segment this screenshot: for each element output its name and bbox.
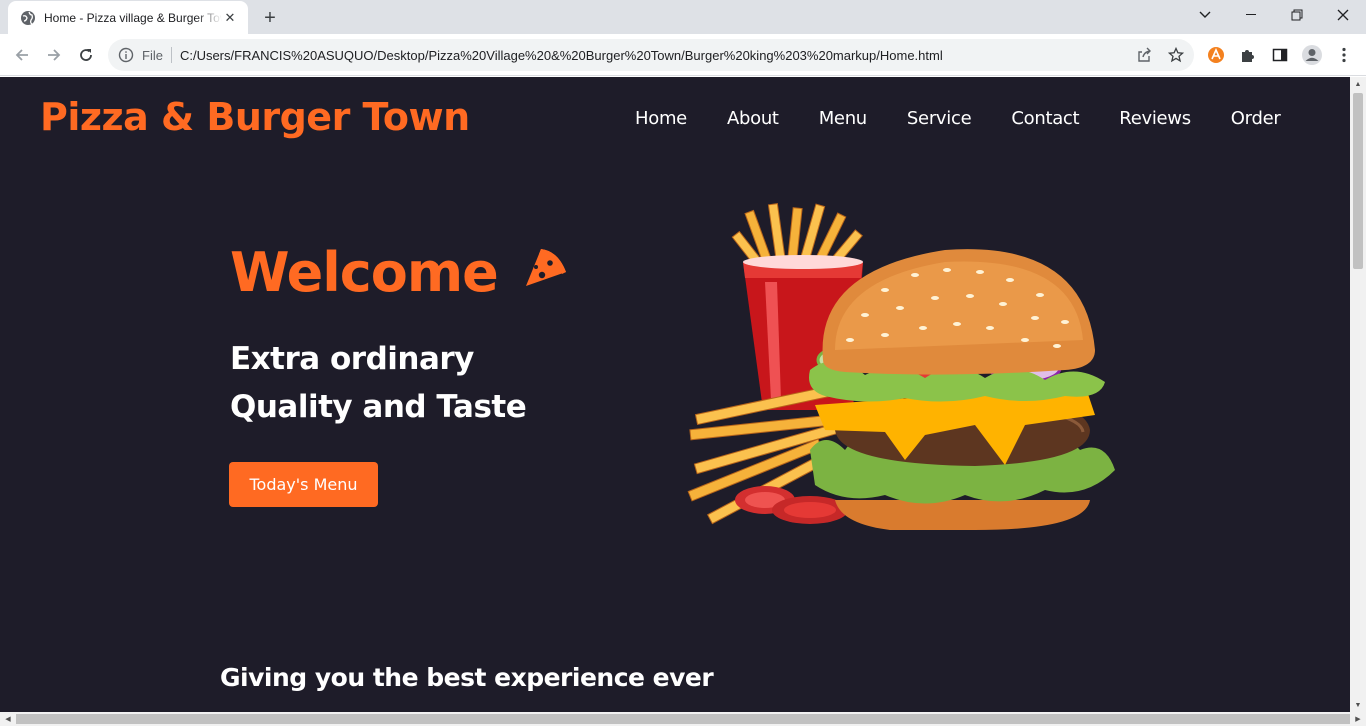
extension-icon[interactable] — [1202, 41, 1230, 69]
tab-search-chevron-icon[interactable] — [1182, 0, 1228, 30]
vertical-scrollbar[interactable]: ▲ ▼ — [1350, 77, 1366, 712]
main-nav: Home About Menu Service Contact Reviews … — [635, 108, 1281, 129]
info-icon[interactable] — [118, 47, 134, 63]
minimize-button[interactable] — [1228, 0, 1274, 30]
scroll-up-arrow-icon[interactable]: ▲ — [1350, 77, 1366, 91]
hero-tagline-line1: Extra ordinary — [230, 341, 474, 377]
nav-reviews[interactable]: Reviews — [1119, 108, 1191, 129]
horizontal-scrollbar[interactable]: ◀ ▶ — [0, 712, 1366, 726]
address-bar[interactable]: File C:/Users/FRANCIS%20ASUQUO/Desktop/P… — [108, 39, 1194, 71]
page-viewport: Pizza & Burger Town Home About Menu Serv… — [0, 77, 1350, 712]
back-arrow-icon[interactable] — [8, 41, 36, 69]
reload-icon[interactable] — [72, 41, 100, 69]
nav-menu[interactable]: Menu — [819, 108, 868, 129]
section-heading: Giving you the best experience ever — [220, 663, 714, 692]
hero-tagline: Extra ordinary Quality and Taste — [230, 335, 590, 431]
kebab-menu-icon[interactable] — [1330, 41, 1358, 69]
nav-contact[interactable]: Contact — [1011, 108, 1079, 129]
browser-tab-strip: Home - Pizza village & Burger Town ✕ + — [0, 0, 1366, 34]
scroll-left-arrow-icon[interactable]: ◀ — [0, 712, 16, 726]
scroll-down-arrow-icon[interactable]: ▼ — [1350, 698, 1366, 712]
nav-order[interactable]: Order — [1231, 108, 1281, 129]
vertical-scroll-thumb[interactable] — [1353, 93, 1363, 269]
burger-fries-soda-image — [687, 203, 1115, 530]
close-window-button[interactable] — [1320, 0, 1366, 30]
nav-home[interactable]: Home — [635, 108, 687, 129]
url-text[interactable]: C:/Users/FRANCIS%20ASUQUO/Desktop/Pizza%… — [180, 48, 943, 63]
close-tab-icon[interactable]: ✕ — [222, 10, 238, 26]
horizontal-scroll-thumb[interactable] — [16, 714, 1350, 724]
tab-title: Home - Pizza village & Burger Town — [44, 10, 222, 25]
omnibox-divider — [170, 47, 172, 63]
share-icon[interactable] — [1132, 43, 1156, 67]
globe-icon — [20, 10, 36, 26]
profile-avatar-icon[interactable] — [1298, 41, 1326, 69]
nav-service[interactable]: Service — [907, 108, 972, 129]
todays-menu-button[interactable]: Today's Menu — [229, 462, 378, 507]
scroll-right-arrow-icon[interactable]: ▶ — [1350, 712, 1366, 726]
omnibox-scheme-label: File — [142, 47, 163, 63]
puzzle-extensions-icon[interactable] — [1234, 41, 1262, 69]
forward-arrow-icon[interactable] — [40, 41, 68, 69]
restore-button[interactable] — [1274, 0, 1320, 30]
bookmark-star-icon[interactable] — [1164, 43, 1188, 67]
hero-welcome-heading: Welcome — [230, 241, 499, 304]
browser-toolbar: File C:/Users/FRANCIS%20ASUQUO/Desktop/P… — [0, 34, 1366, 76]
side-panel-icon[interactable] — [1266, 41, 1294, 69]
browser-tab[interactable]: Home - Pizza village & Burger Town ✕ — [8, 1, 248, 34]
hero-tagline-line2: Quality and Taste — [230, 389, 527, 425]
nav-about[interactable]: About — [727, 108, 779, 129]
pizza-slice-icon — [520, 243, 570, 293]
site-logo[interactable]: Pizza & Burger Town — [40, 95, 470, 139]
new-tab-button[interactable]: + — [258, 6, 282, 30]
